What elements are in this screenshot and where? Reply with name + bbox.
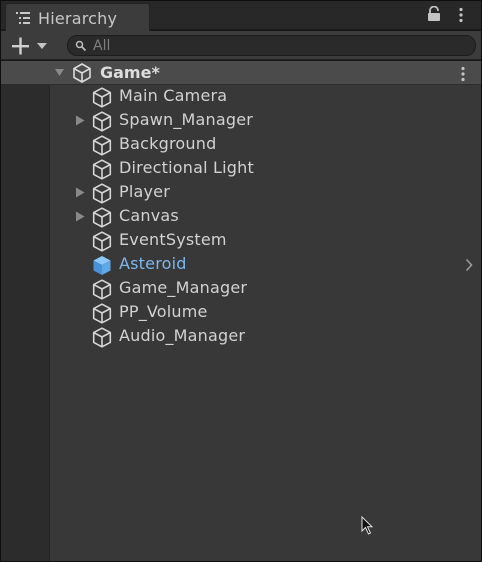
hierarchy-item-label: Spawn_Manager (119, 110, 254, 129)
cube-icon (92, 327, 112, 348)
hierarchy-item[interactable]: Main Camera (51, 85, 481, 109)
cube-icon (92, 207, 112, 228)
triangle-right-icon[interactable] (75, 187, 85, 198)
hierarchy-item[interactable]: Game_Manager (51, 277, 481, 301)
scene-row[interactable]: Game* (1, 61, 481, 85)
mouse-cursor-icon (361, 516, 374, 535)
chevron-right-icon[interactable] (465, 258, 473, 272)
hierarchy-item[interactable]: PP_Volume (51, 301, 481, 325)
lock-icon[interactable] (427, 6, 441, 22)
hierarchy-item[interactable]: Spawn_Manager (51, 109, 481, 133)
cube-icon (92, 111, 112, 132)
hierarchy-item-label: Canvas (119, 206, 179, 225)
hierarchy-tree: Game* Main Camera Spawn_Manager Background… (1, 61, 481, 561)
triangle-right-icon[interactable] (75, 211, 85, 222)
hierarchy-item[interactable]: Asteroid (51, 253, 481, 277)
hierarchy-item[interactable]: EventSystem (51, 229, 481, 253)
scene-menu-icon[interactable] (459, 66, 467, 82)
tab-bar: Hierarchy (1, 1, 481, 31)
hierarchy-item[interactable]: Player (51, 181, 481, 205)
cube-icon (92, 231, 112, 252)
kebab-menu-icon[interactable] (457, 7, 465, 23)
hierarchy-item[interactable]: Canvas (51, 205, 481, 229)
tab-hierarchy[interactable]: Hierarchy (5, 3, 150, 31)
hierarchy-item-label: Asteroid (119, 254, 187, 273)
hierarchy-item-label: Audio_Manager (119, 326, 246, 345)
triangle-down-icon[interactable] (54, 67, 65, 78)
search-field[interactable] (67, 35, 476, 56)
hierarchy-panel: Hierarchy All Game* Main Camera Spawn_Ma… (0, 0, 482, 562)
prefab-cube-icon (93, 256, 111, 275)
hierarchy-item-label: Main Camera (119, 86, 228, 105)
cube-icon (92, 159, 112, 180)
hierarchy-list-icon (16, 12, 30, 24)
hierarchy-item[interactable]: Audio_Manager (51, 325, 481, 349)
add-button[interactable] (9, 36, 51, 56)
cube-icon (92, 87, 112, 108)
cube-icon (92, 135, 112, 156)
hierarchy-item-label: Game_Manager (119, 278, 248, 297)
cube-icon (92, 183, 112, 204)
hierarchy-item[interactable]: Background (51, 133, 481, 157)
cube-icon (92, 303, 112, 324)
hierarchy-item-label: Background (119, 134, 217, 153)
hierarchy-item-label: PP_Volume (119, 302, 208, 321)
hierarchy-item[interactable]: Directional Light (51, 157, 481, 181)
unity-logo-icon (73, 63, 91, 83)
hierarchy-item-label: EventSystem (119, 230, 227, 249)
triangle-right-icon[interactable] (75, 115, 85, 126)
toolbar (1, 31, 481, 60)
scene-name: Game* (100, 63, 160, 82)
search-icon (75, 40, 87, 52)
tab-title: Hierarchy (38, 9, 118, 28)
hierarchy-item-label: Directional Light (119, 158, 254, 177)
tree-gutter (1, 61, 50, 561)
search-input[interactable] (93, 37, 463, 55)
hierarchy-item-label: Player (119, 182, 170, 201)
cube-icon (92, 279, 112, 300)
